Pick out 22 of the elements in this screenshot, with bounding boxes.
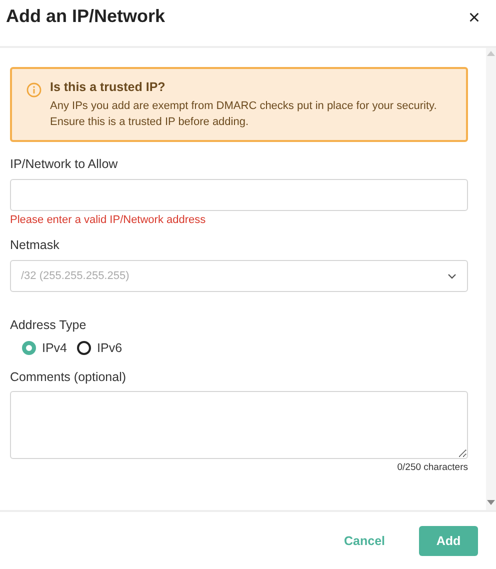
radio-label: IPv6 bbox=[97, 341, 122, 355]
field-label: IP/Network to Allow bbox=[10, 157, 119, 171]
radio-option[interactable]: IPv4 bbox=[22, 341, 68, 355]
dialog-title: Add an IP/Network bbox=[6, 6, 166, 27]
error-message: Please enter a valid IP/Network address bbox=[10, 214, 207, 226]
scrollbar[interactable] bbox=[486, 48, 496, 510]
info-icon bbox=[26, 82, 42, 98]
comments-field[interactable] bbox=[10, 391, 468, 459]
field-label: Address Type bbox=[10, 318, 88, 332]
radio-option[interactable]: IPv6 bbox=[77, 341, 122, 355]
scroll-up-icon[interactable] bbox=[487, 50, 495, 56]
ip-network-field[interactable] bbox=[10, 179, 468, 211]
field-label: Netmask bbox=[10, 238, 60, 252]
alert-title: Is this a trusted IP? bbox=[50, 80, 166, 94]
scroll-down-icon[interactable] bbox=[487, 500, 495, 506]
radio-button[interactable] bbox=[77, 341, 92, 355]
character-counter: 0/250 characters bbox=[397, 462, 468, 473]
field-label: Comments (optional) bbox=[10, 370, 128, 384]
alert-message: Any IPs you add are exempt from DMARC checks put in place for your security. Ensure this is a trusted IP before adding. bbox=[50, 99, 438, 130]
radio-label: IPv4 bbox=[42, 341, 68, 355]
radio-button[interactable] bbox=[22, 341, 36, 355]
close-button[interactable]: × bbox=[468, 8, 480, 28]
